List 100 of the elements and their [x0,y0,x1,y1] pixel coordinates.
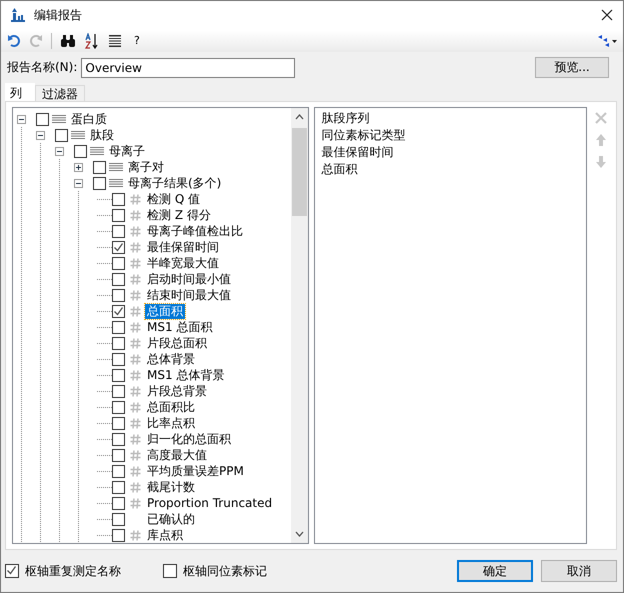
columns-icon[interactable] [108,34,122,48]
chart-icon [10,7,26,24]
tree-item[interactable]: 半峰宽最大值 [145,256,221,271]
checkbox[interactable] [112,240,125,254]
list-icon [109,179,123,188]
checkbox[interactable] [112,528,125,542]
checkbox[interactable] [112,320,125,334]
checkbox[interactable] [93,160,106,174]
scroll-up-icon[interactable] [295,114,304,120]
checkbox[interactable] [112,496,125,510]
tree-item[interactable]: 总面积比 [145,400,197,415]
list-icon [90,147,104,156]
hash-icon [130,466,140,477]
tree-item[interactable]: 片段总面积 [145,336,209,351]
cancel-button[interactable]: 取消 [541,560,617,582]
checkbox-label: 枢轴同位素标记 [183,562,267,580]
tree-item[interactable]: 总面积 [145,304,185,319]
tree-item[interactable]: 已确认的 [145,512,197,527]
checkbox[interactable] [36,112,49,126]
report-name-field[interactable]: Overview [81,58,296,78]
checkbox[interactable] [112,272,125,286]
expander-icon[interactable] [36,130,45,140]
tree-item[interactable]: 总体背景 [145,352,197,367]
tree-item[interactable]: 母离子结果(多个) [126,176,224,191]
checkbox[interactable] [112,192,125,206]
checkbox[interactable] [112,400,125,414]
binoculars-icon[interactable] [60,34,76,48]
hash-icon [130,338,140,349]
checkbox-label: 枢轴重复测定名称 [25,562,121,580]
checkbox[interactable] [112,256,125,270]
tree-item[interactable]: 启动时间最小值 [145,272,233,287]
window-title: 编辑报告 [34,6,82,24]
tree-item[interactable]: 肽段 [88,128,116,143]
preview-button[interactable]: 预览... [535,57,609,78]
hash-icon [130,290,140,301]
tab[interactable]: 过滤器 [35,85,85,102]
checkbox[interactable] [55,128,68,142]
sort-icon[interactable] [84,32,100,49]
close-icon[interactable] [601,9,613,22]
list-item[interactable]: 肽段序列 [321,110,580,128]
checkbox[interactable] [112,384,125,398]
hash-icon [130,354,140,365]
checkbox[interactable] [112,352,125,366]
tab[interactable]: 列 [5,83,35,102]
checkbox[interactable] [112,464,125,478]
tree-item[interactable]: 片段总背景 [145,384,209,399]
tree-item[interactable]: 母离子峰值检出比 [145,224,245,239]
tree-item[interactable]: 离子对 [126,160,166,175]
scroll-thumb[interactable] [292,128,308,216]
tree-item[interactable]: 高度最大值 [145,448,209,463]
expander-icon[interactable] [74,162,83,172]
expander-icon[interactable] [55,146,64,156]
undo-icon[interactable] [7,34,21,48]
scrollbar[interactable] [291,108,308,544]
hash-icon [130,418,140,429]
ok-button[interactable]: 确定 [457,560,533,582]
checkbox[interactable] [93,176,106,190]
tree-item[interactable]: 截尾计数 [145,480,197,495]
hash-icon [130,306,140,317]
tree-item[interactable]: MS1 总体背景 [145,368,226,383]
tree-item[interactable]: MS1 总面积 [145,320,214,335]
tree-item[interactable]: 平均质量误差PPM [145,464,246,479]
tree-item[interactable]: 母离子 [107,144,147,159]
checkbox[interactable] [163,564,177,578]
expander-icon[interactable] [74,178,83,188]
list-item[interactable]: 总面积 [321,161,580,178]
tree-item[interactable]: 检测 Z 得分 [145,208,213,223]
hash-icon [130,498,140,509]
checkbox[interactable] [112,288,125,302]
checkbox[interactable] [112,224,125,238]
hash-icon [130,450,140,461]
hash-icon [130,370,140,381]
checkbox[interactable] [74,144,87,158]
tree-item[interactable]: 检测 Q 值 [145,192,202,207]
tree-item[interactable]: Proportion Truncated [145,496,274,511]
list-item[interactable]: 同位素标记类型 [321,127,580,144]
hash-icon [130,274,140,285]
checkbox[interactable] [112,304,125,318]
checkbox[interactable] [112,512,125,526]
help-button[interactable]: ? [134,34,140,48]
hash-icon [130,210,140,221]
checkbox[interactable] [112,368,125,382]
checkbox[interactable] [112,208,125,222]
tree-item[interactable]: 结束时间最大值 [145,288,233,303]
checkbox[interactable] [112,416,125,430]
list-item[interactable]: 最佳保留时间 [321,144,580,162]
checkbox[interactable] [112,480,125,494]
checkbox[interactable] [5,564,19,578]
expander-icon[interactable] [17,114,26,124]
checkbox[interactable] [112,448,125,462]
checkbox[interactable] [112,432,125,446]
scroll-down-icon[interactable] [295,531,304,538]
tree-item[interactable]: 最佳保留时间 [145,240,221,255]
hash-icon [130,194,140,205]
hash-icon [130,242,140,253]
tree-item[interactable]: 蛋白质 [69,112,109,127]
tree-item[interactable]: 归一化的总面积 [145,432,233,447]
checkbox[interactable] [112,336,125,350]
tree-item[interactable]: 库点积 [145,528,185,543]
tree-item[interactable]: 比率点积 [145,416,197,431]
